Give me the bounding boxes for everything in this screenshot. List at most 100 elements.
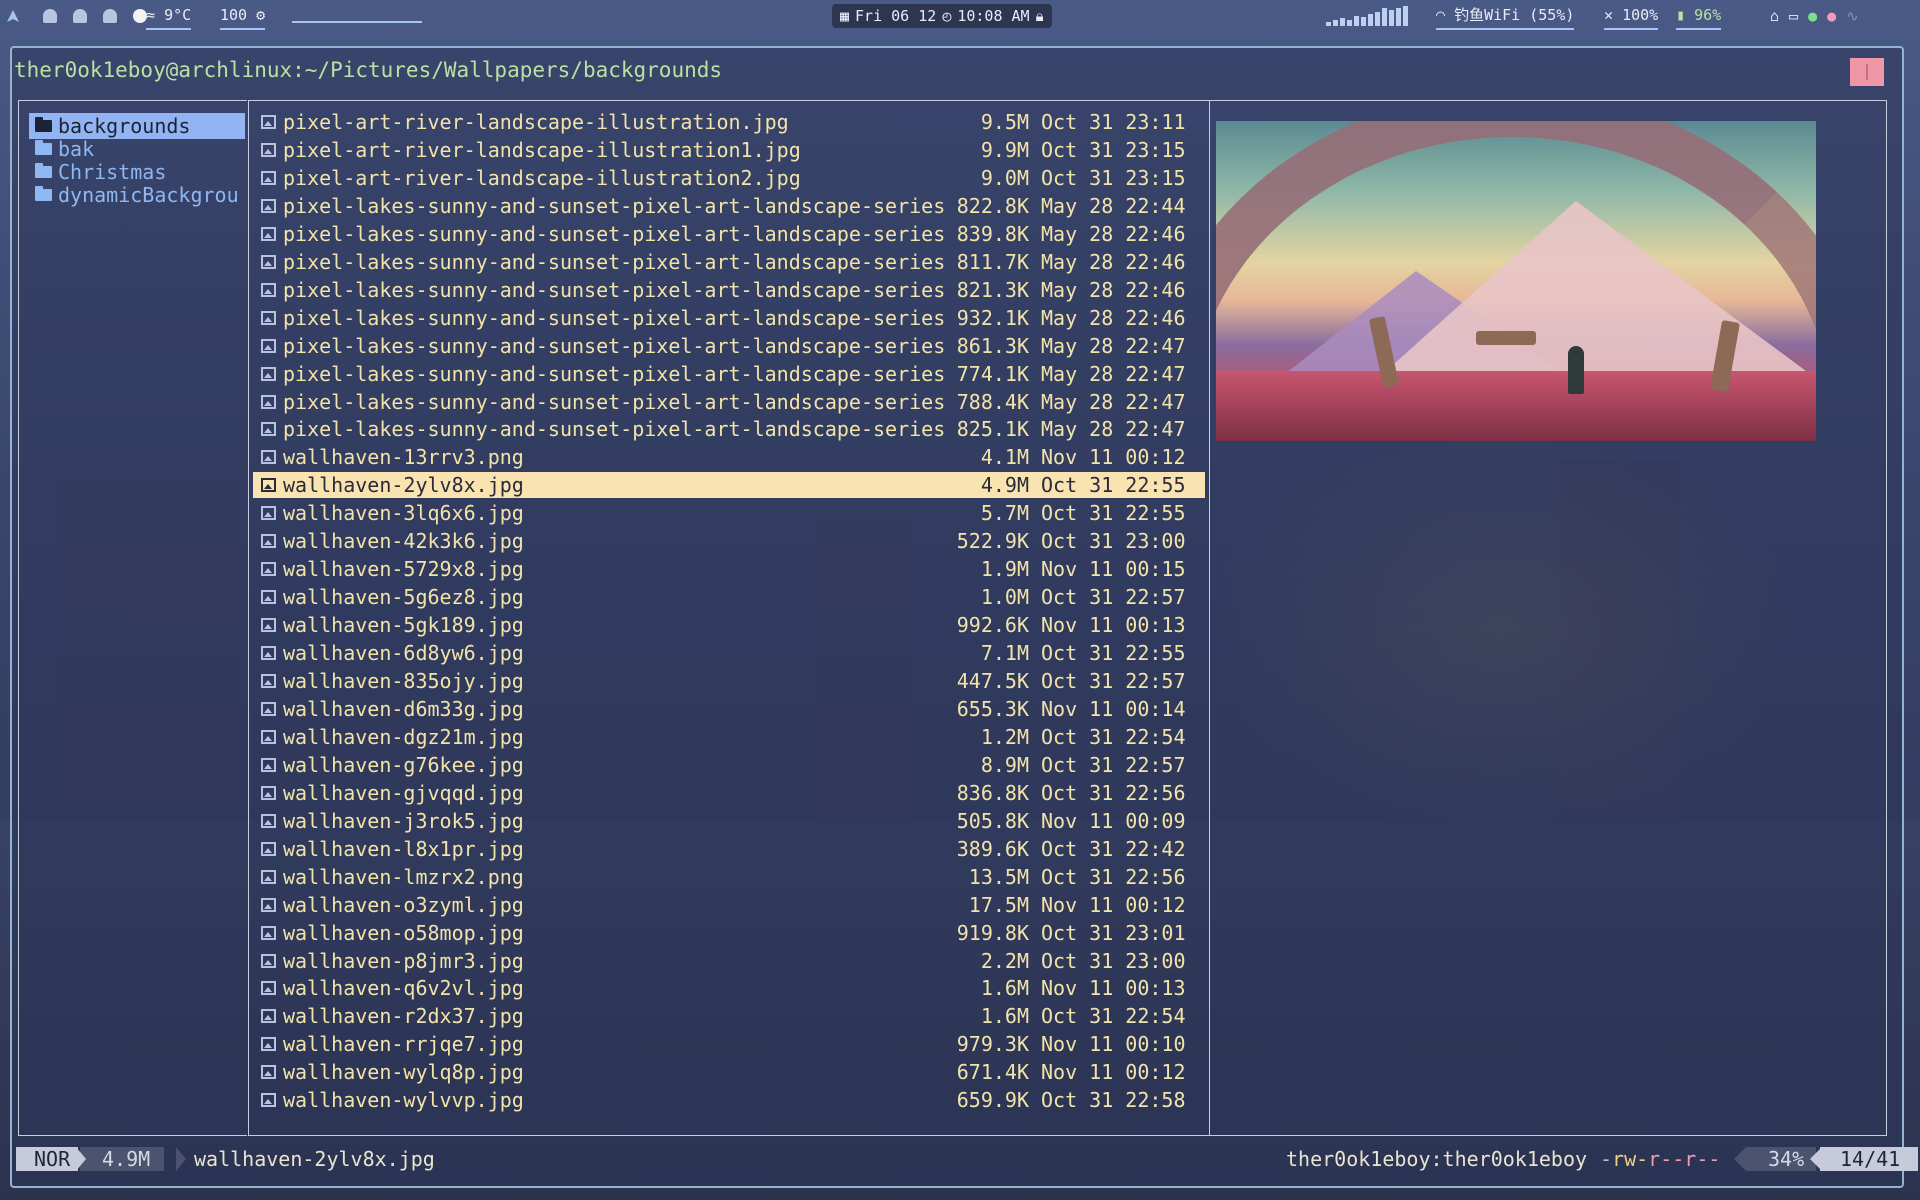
file-row[interactable]: wallhaven-5729x8.jpg 1.9M Nov 11 00:15 <box>253 556 1205 582</box>
weather-widget[interactable]: ≈ 9°C <box>146 4 192 30</box>
file-list-pane[interactable]: pixel-art-river-landscape-illustration.j… <box>248 100 1210 1136</box>
clock-widget[interactable]: ▦ Fri 06 12 ◴ 10:08 AM 🔒︎ <box>832 4 1052 28</box>
file-size: 659.9K <box>956 1088 1029 1113</box>
file-row[interactable]: wallhaven-5gk189.jpg 992.6K Nov 11 00:13 <box>253 612 1205 638</box>
wechat-icon[interactable]: ● <box>1808 4 1817 28</box>
file-row[interactable]: pixel-lakes-sunny-and-sunset-pixel-art-l… <box>253 333 1205 359</box>
image-file-icon <box>261 422 276 437</box>
workspace-1-icon[interactable] <box>43 9 57 23</box>
file-row[interactable]: wallhaven-lmzrx2.png 13.5M Oct 31 22:56 <box>253 864 1205 890</box>
cpu-bars <box>1326 6 1408 26</box>
image-file-icon <box>261 953 276 968</box>
tray-misc-icon[interactable]: ∿ <box>1846 4 1859 28</box>
file-row[interactable]: pixel-lakes-sunny-and-sunset-pixel-art-l… <box>253 389 1205 415</box>
file-row[interactable]: wallhaven-o3zyml.jpg 17.5M Nov 11 00:12 <box>253 892 1205 918</box>
file-size: 861.3K <box>956 333 1029 358</box>
cpu-graph[interactable] <box>1326 4 1408 28</box>
file-date: Nov 11 00:12 <box>1041 445 1186 470</box>
file-row[interactable]: pixel-lakes-sunny-and-sunset-pixel-art-l… <box>253 249 1205 275</box>
file-row[interactable]: wallhaven-6d8yw6.jpg 7.1M Oct 31 22:55 <box>253 640 1205 666</box>
file-row[interactable]: wallhaven-2ylv8x.jpg 4.9M Oct 31 22:55 <box>253 472 1205 499</box>
file-size: 9.5M <box>980 110 1029 134</box>
file-row[interactable]: wallhaven-p8jmr3.jpg 2.2M Oct 31 23:00 <box>253 948 1205 974</box>
weather-icon: ≈ <box>146 5 156 24</box>
workspace-3-icon[interactable] <box>103 9 117 23</box>
file-row[interactable]: wallhaven-835ojy.jpg 447.5K Oct 31 22:57 <box>253 668 1205 694</box>
file-row[interactable]: wallhaven-rrjqe7.jpg 979.3K Nov 11 00:10 <box>253 1031 1205 1057</box>
file-row[interactable]: wallhaven-r2dx37.jpg 1.6M Oct 31 22:54 <box>253 1003 1205 1029</box>
sound-widget[interactable]: ✕ 100% <box>1604 4 1659 30</box>
file-row[interactable]: wallhaven-42k3k6.jpg 522.9K Oct 31 23:00 <box>253 528 1205 554</box>
file-name: pixel-lakes-sunny-and-sunset-pixel-art-l… <box>283 305 946 330</box>
file-date: Oct 31 23:15 <box>1041 137 1186 162</box>
folder-icon <box>35 117 52 132</box>
file-row[interactable]: pixel-lakes-sunny-and-sunset-pixel-art-l… <box>253 221 1205 247</box>
file-row[interactable]: pixel-lakes-sunny-and-sunset-pixel-art-l… <box>253 361 1205 387</box>
file-row[interactable]: pixel-lakes-sunny-and-sunset-pixel-art-l… <box>253 193 1205 219</box>
file-row[interactable]: wallhaven-13rrv3.png 4.1M Nov 11 00:12 <box>253 444 1205 470</box>
file-size: 4.9M <box>980 473 1029 498</box>
status-permissions: -rw-r--r-- <box>1600 1147 1721 1171</box>
tray-message-icon[interactable]: ▭ <box>1789 4 1798 28</box>
file-date: May 28 22:46 <box>1041 249 1186 274</box>
image-file-icon <box>261 366 276 381</box>
image-file-icon <box>261 562 276 577</box>
file-size: 1.2M <box>980 724 1029 749</box>
folder-icon <box>35 140 52 155</box>
file-date: Oct 31 22:56 <box>1041 780 1186 805</box>
file-name: wallhaven-lmzrx2.png <box>283 864 524 889</box>
file-date: May 28 22:47 <box>1041 389 1186 414</box>
file-row[interactable]: wallhaven-o58mop.jpg 919.8K Oct 31 23:01 <box>253 920 1205 946</box>
mode-separator <box>76 1147 86 1171</box>
file-row[interactable]: wallhaven-d6m33g.jpg 655.3K Nov 11 00:14 <box>253 696 1205 722</box>
file-row[interactable]: wallhaven-l8x1pr.jpg 389.6K Oct 31 22:42 <box>253 836 1205 862</box>
cat-icon[interactable]: ● <box>1827 4 1836 28</box>
file-name: wallhaven-6d8yw6.jpg <box>283 641 524 666</box>
file-row[interactable]: pixel-art-river-landscape-illustration.j… <box>253 109 1205 135</box>
file-row[interactable]: wallhaven-gjvqqd.jpg 836.8K Oct 31 22:56 <box>253 780 1205 806</box>
file-row[interactable]: pixel-art-river-landscape-illustration1.… <box>253 137 1205 163</box>
file-row[interactable]: wallhaven-q6v2vl.jpg 1.6M Nov 11 00:13 <box>253 975 1205 1001</box>
file-size: 8.9M <box>980 752 1029 777</box>
file-row[interactable]: pixel-lakes-sunny-and-sunset-pixel-art-l… <box>253 416 1205 442</box>
file-name: wallhaven-wylvvp.jpg <box>283 1088 524 1113</box>
file-row[interactable]: wallhaven-j3rok5.jpg 505.8K Nov 11 00:09 <box>253 808 1205 834</box>
image-file-icon <box>261 506 276 521</box>
battery-widget[interactable]: ▮ 96% <box>1676 4 1722 30</box>
file-date: Oct 31 22:54 <box>1041 1004 1186 1029</box>
file-row[interactable]: pixel-art-river-landscape-illustration2.… <box>253 165 1205 191</box>
top-bar: ≈ 9°C 100 ⚙ ▦ Fri 06 12 ◴ 10:08 AM 🔒︎ ◠ … <box>0 0 1920 34</box>
directory-item[interactable]: dynamicBackgrou <box>29 182 245 208</box>
file-row[interactable]: pixel-lakes-sunny-and-sunset-pixel-art-l… <box>253 277 1205 303</box>
file-row[interactable]: wallhaven-3lq6x6.jpg 5.7M Oct 31 22:55 <box>253 500 1205 526</box>
arch-icon[interactable] <box>6 4 20 28</box>
file-row[interactable]: wallhaven-wylq8p.jpg 671.4K Nov 11 00:12 <box>253 1059 1205 1085</box>
workspace-4-icon[interactable] <box>133 9 147 23</box>
close-button[interactable] <box>1850 58 1884 86</box>
file-date: Oct 31 23:01 <box>1041 920 1186 945</box>
image-file-icon <box>261 142 276 157</box>
wifi-widget[interactable]: ◠ 钓鱼WiFi (55%) <box>1436 4 1575 30</box>
file-row[interactable]: wallhaven-5g6ez8.jpg 1.0M Oct 31 22:57 <box>253 584 1205 610</box>
terminal-window[interactable]: ther0ok1eboy@archlinux:~/Pictures/Wallpa… <box>10 46 1919 1188</box>
file-row[interactable]: wallhaven-wylvvp.jpg 659.9K Oct 31 22:58 <box>253 1087 1205 1113</box>
image-file-icon <box>261 1037 276 1052</box>
file-size: 992.6K <box>956 613 1029 638</box>
file-date: Oct 31 22:57 <box>1041 669 1186 693</box>
image-file-icon <box>261 590 276 605</box>
workspace-2-icon[interactable] <box>73 9 87 23</box>
tray-app-icon[interactable]: ⌂ <box>1770 4 1779 28</box>
file-row[interactable]: wallhaven-g76kee.jpg 8.9M Oct 31 22:57 <box>253 752 1205 778</box>
image-file-icon <box>261 1009 276 1024</box>
file-row[interactable]: wallhaven-dgz21m.jpg 1.2M Oct 31 22:54 <box>253 724 1205 750</box>
image-file-icon <box>261 310 276 325</box>
parent-directory-pane[interactable]: backgrounds bak Christmas dynamicBackgrou <box>18 100 247 1136</box>
file-name: pixel-art-river-landscape-illustration1.… <box>283 137 801 162</box>
volume-level-widget[interactable]: 100 ⚙ <box>220 4 266 30</box>
wallpaper-preview-image <box>1216 121 1816 441</box>
file-date: Nov 11 00:13 <box>1041 976 1186 1001</box>
current-path: ther0ok1eboy@archlinux:~/Pictures/Wallpa… <box>14 58 723 82</box>
file-size: 655.3K <box>956 696 1029 721</box>
file-row[interactable]: pixel-lakes-sunny-and-sunset-pixel-art-l… <box>253 305 1205 331</box>
file-name: wallhaven-q6v2vl.jpg <box>283 976 524 1001</box>
